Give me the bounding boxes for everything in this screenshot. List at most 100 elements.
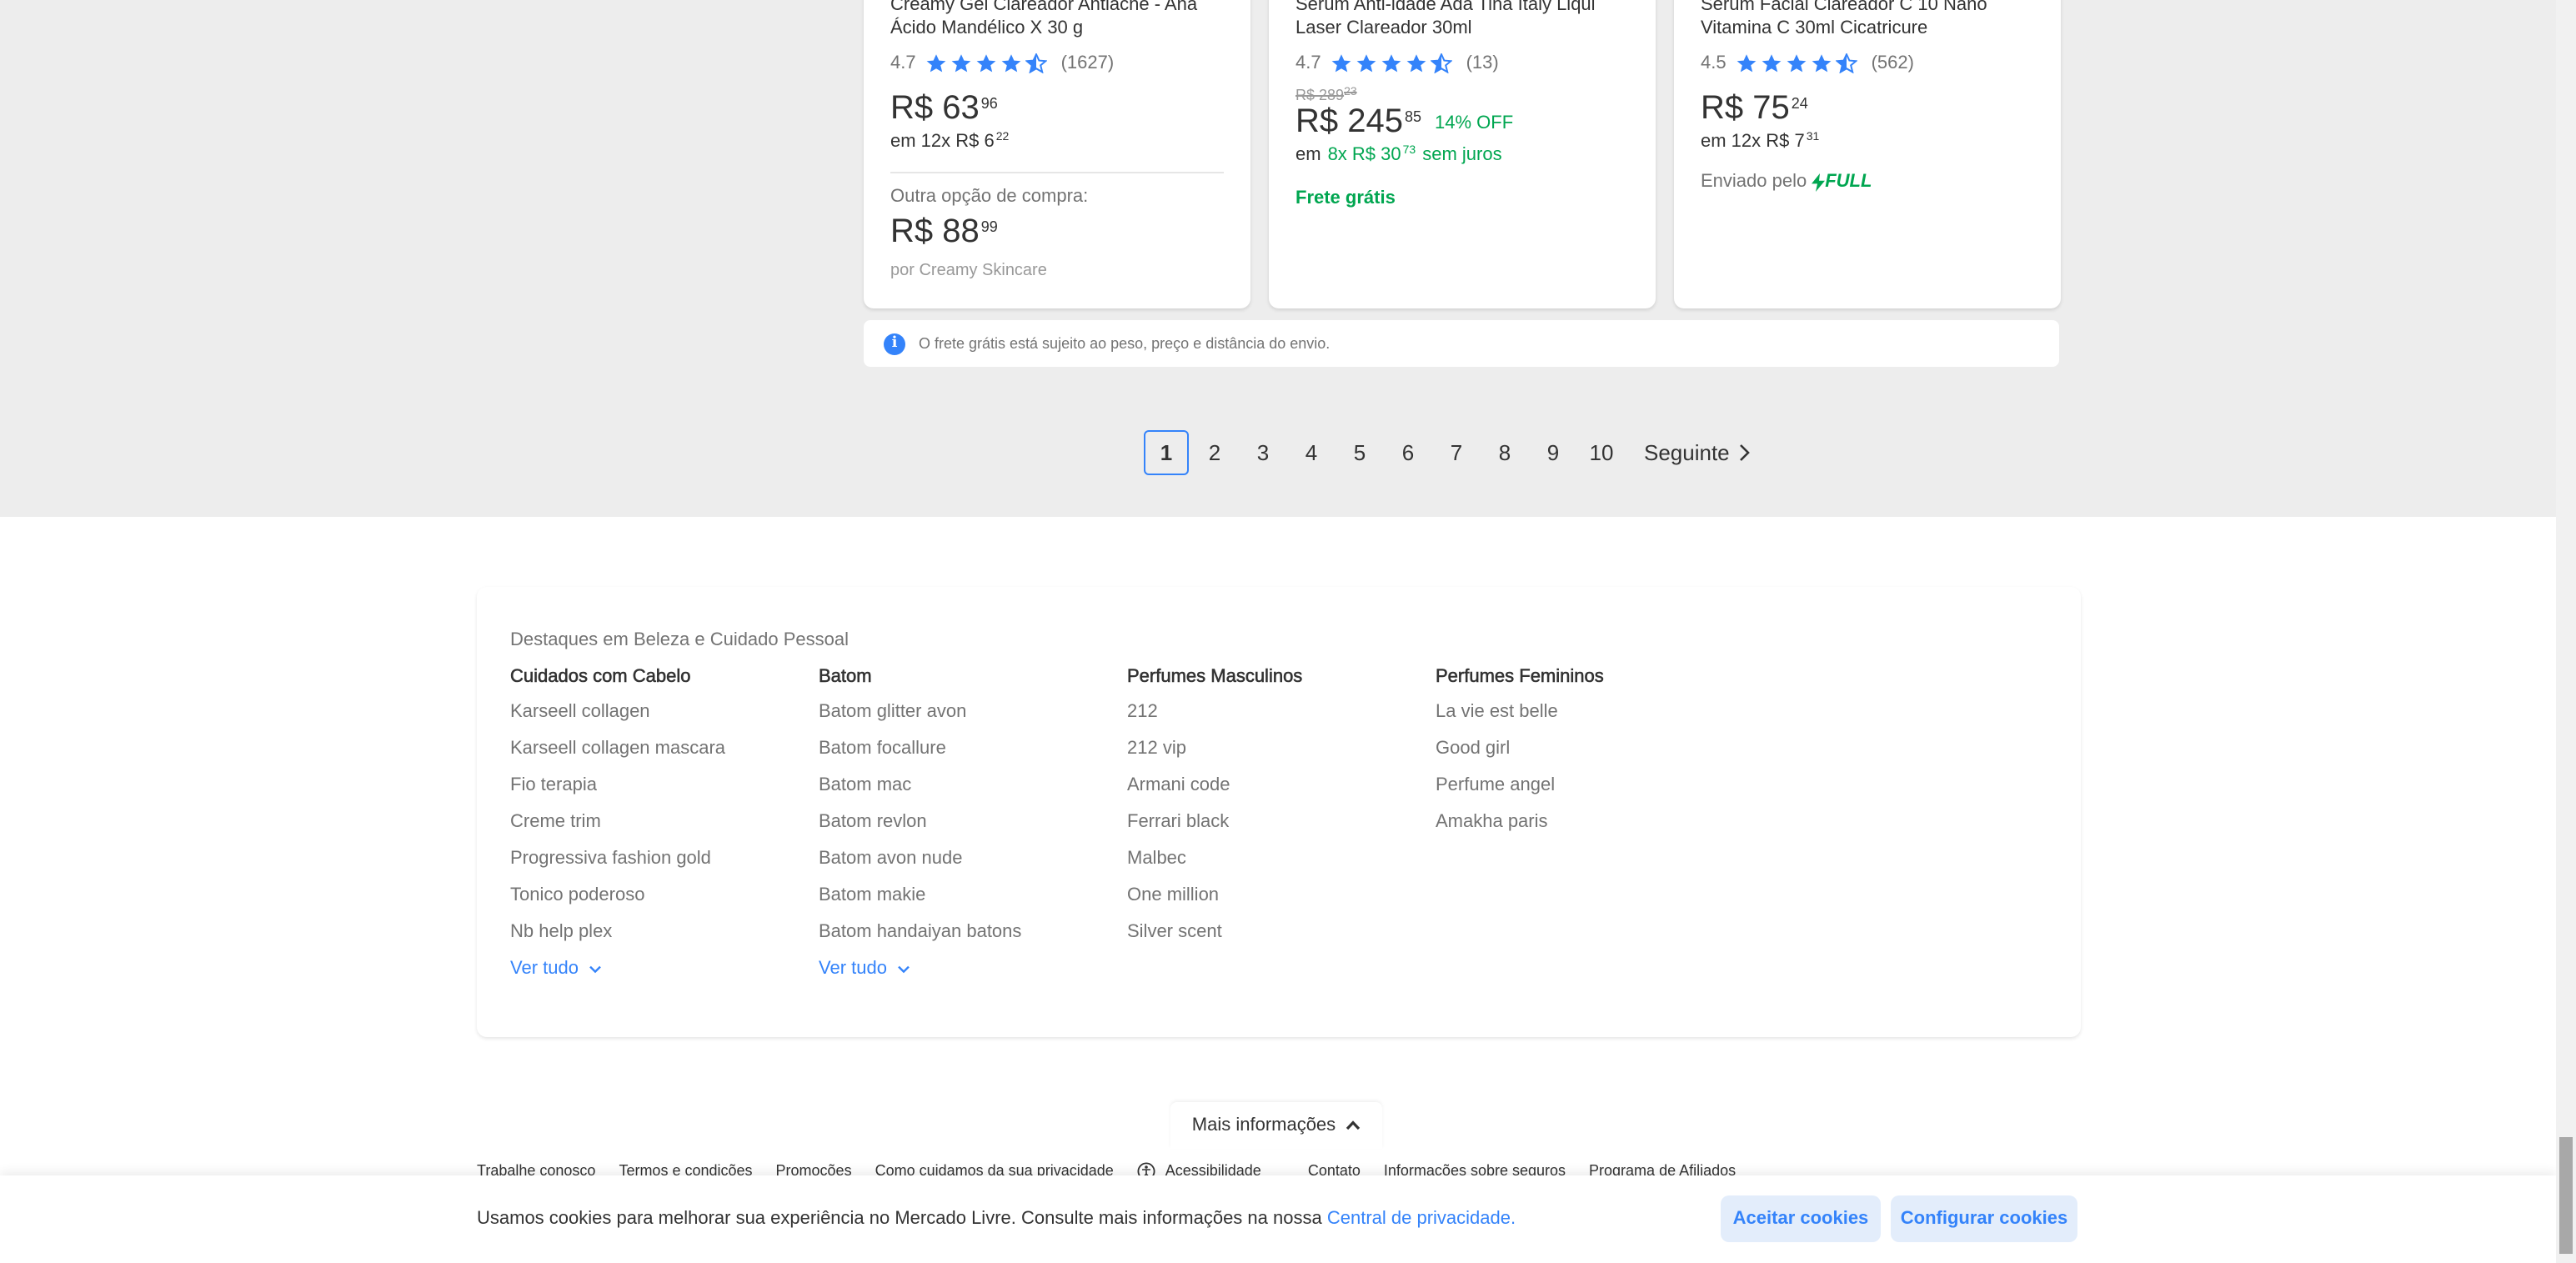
more-info-label[interactable]: Mais informações xyxy=(1192,1115,1336,1135)
product-title-line[interactable]: Vitamina C 30ml Cicatricure xyxy=(1701,17,2034,40)
highlight-link[interactable]: Batom makie xyxy=(819,877,1127,914)
highlight-link[interactable]: Batom focallure xyxy=(819,730,1127,767)
product-card[interactable]: Serum Anti-idade Ada Tina Italy Liqui La… xyxy=(1269,0,1656,308)
installment-text: em 12x R$ 7 xyxy=(1701,132,1805,152)
page-8-button[interactable]: 8 xyxy=(1482,430,1527,475)
highlight-link[interactable]: Batom avon nude xyxy=(819,840,1127,877)
highlight-link[interactable]: Progressiva fashion gold xyxy=(510,840,819,877)
page-9-button[interactable]: 9 xyxy=(1531,430,1576,475)
highlight-link[interactable]: Fio terapia xyxy=(510,767,819,804)
shipped-by-full: Enviado pelo FULL xyxy=(1701,172,2034,192)
star-full-icon xyxy=(1357,54,1376,73)
product-title-line[interactable]: Serum Anti-idade Ada Tina Italy Liqui xyxy=(1296,0,1629,17)
star-full-icon xyxy=(1002,54,1021,73)
product-title[interactable]: Serum Facial Clareador C 10 Nano Vitamin… xyxy=(1701,0,2034,40)
highlight-link[interactable]: La vie est belle xyxy=(1436,694,1744,730)
highlight-link[interactable]: Good girl xyxy=(1436,730,1744,767)
installment-text: em xyxy=(1296,145,1321,165)
installment: em 12x R$ 7 31 xyxy=(1701,132,2034,152)
privacy-center-link[interactable]: Central de privacidade. xyxy=(1327,1209,1516,1229)
column-heading[interactable]: Batom xyxy=(819,667,1127,688)
product-title-line[interactable]: Ácido Mandélico X 30 g xyxy=(890,17,1224,40)
chevron-down-icon[interactable] xyxy=(589,965,602,973)
highlight-link[interactable]: Batom revlon xyxy=(819,804,1127,840)
page-4-button[interactable]: 4 xyxy=(1289,430,1334,475)
highlight-link[interactable]: 212 vip xyxy=(1127,730,1436,767)
highlight-link[interactable]: Karseell collagen xyxy=(510,694,819,730)
see-all-label[interactable]: Ver tudo xyxy=(819,950,887,987)
installment-cents: 73 xyxy=(1402,145,1416,157)
price-integer[interactable]: R$ 88 xyxy=(890,213,980,252)
rating-row: 4.7 (13) xyxy=(1296,53,1629,73)
other-option-price[interactable]: R$ 88 99 xyxy=(890,213,1224,252)
shipped-by-text: Enviado pelo xyxy=(1701,172,1807,192)
price: R$ 245 85 14% OFF xyxy=(1296,103,1629,142)
more-info-toggle[interactable]: Mais informações xyxy=(1170,1102,1382,1149)
star-full-icon xyxy=(927,54,946,73)
page-10-button[interactable]: 10 xyxy=(1579,430,1624,475)
highlight-link[interactable]: 212 xyxy=(1127,694,1436,730)
cookie-banner: Usamos cookies para melhorar sua experiê… xyxy=(0,1175,2556,1263)
highlight-link[interactable]: Perfume angel xyxy=(1436,767,1744,804)
star-half-icon xyxy=(1836,53,1858,73)
product-title-line[interactable]: Serum Facial Clareador C 10 Nano xyxy=(1701,0,2034,17)
scrollbar[interactable] xyxy=(2556,0,2576,1263)
review-count: (562) xyxy=(1871,53,1914,73)
highlight-link[interactable]: Ferrari black xyxy=(1127,804,1436,840)
star-full-icon xyxy=(1382,54,1401,73)
pagination: 1 2 3 4 5 6 7 8 9 10 Seguinte xyxy=(1144,430,1752,475)
star-full-icon xyxy=(1812,54,1832,73)
highlight-link[interactable]: Batom mac xyxy=(819,767,1127,804)
product-title-line[interactable]: Laser Clareador 30ml xyxy=(1296,17,1629,40)
column-heading[interactable]: Perfumes Femininos xyxy=(1436,667,1744,688)
price-cents[interactable]: 99 xyxy=(981,218,998,235)
rating-row: 4.7 (1627) xyxy=(890,53,1224,73)
highlight-column: Batom Batom glitter avon Batom focallure… xyxy=(819,667,1127,987)
highlight-link[interactable]: Batom glitter avon xyxy=(819,694,1127,730)
page-6-button[interactable]: 6 xyxy=(1386,430,1431,475)
page: Creamy Gel Clareador Antiacne - Ana Ácid… xyxy=(0,0,2576,1263)
installment-text: em 12x R$ 6 xyxy=(890,132,995,152)
product-card[interactable]: Serum Facial Clareador C 10 Nano Vitamin… xyxy=(1674,0,2061,308)
page-1-button[interactable]: 1 xyxy=(1144,430,1189,475)
page-7-button[interactable]: 7 xyxy=(1434,430,1479,475)
highlight-link[interactable]: Amakha paris xyxy=(1436,804,1744,840)
chevron-down-icon[interactable] xyxy=(897,965,910,973)
product-title[interactable]: Creamy Gel Clareador Antiacne - Ana Ácid… xyxy=(890,0,1224,40)
highlight-link[interactable]: Silver scent xyxy=(1127,914,1436,950)
installment-cents: 31 xyxy=(1806,132,1820,143)
highlight-link[interactable]: Karseell collagen mascara xyxy=(510,730,819,767)
scrollbar-thumb[interactable] xyxy=(2559,1137,2573,1254)
column-heading[interactable]: Cuidados com Cabelo xyxy=(510,667,819,688)
highlight-link[interactable]: Armani code xyxy=(1127,767,1436,804)
configure-cookies-button[interactable]: Configurar cookies xyxy=(1891,1195,2077,1242)
shipping-info-bar: i O frete grátis está sujeito ao peso, p… xyxy=(864,320,2059,367)
review-count: (13) xyxy=(1466,53,1499,73)
page-5-button[interactable]: 5 xyxy=(1337,430,1382,475)
highlight-link[interactable]: One million xyxy=(1127,877,1436,914)
star-half-icon xyxy=(1025,53,1048,73)
see-all-button[interactable]: Ver tudo xyxy=(510,950,819,987)
price: R$ 75 24 xyxy=(1701,90,2034,128)
column-heading[interactable]: Perfumes Masculinos xyxy=(1127,667,1436,688)
product-card[interactable]: Creamy Gel Clareador Antiacne - Ana Ácid… xyxy=(864,0,1250,308)
see-all-label[interactable]: Ver tudo xyxy=(510,950,579,987)
highlight-link[interactable]: Creme trim xyxy=(510,804,819,840)
see-all-button[interactable]: Ver tudo xyxy=(819,950,1127,987)
next-page-button[interactable]: Seguinte xyxy=(1644,440,1752,465)
page-3-button[interactable]: 3 xyxy=(1240,430,1285,475)
product-title-line[interactable]: Creamy Gel Clareador Antiacne - Ana xyxy=(890,0,1224,17)
highlight-link[interactable]: Tonico poderoso xyxy=(510,877,819,914)
product-title[interactable]: Serum Anti-idade Ada Tina Italy Liqui La… xyxy=(1296,0,1629,40)
page-2-button[interactable]: 2 xyxy=(1192,430,1237,475)
highlight-link[interactable]: Batom handaiyan batons xyxy=(819,914,1127,950)
review-count: (1627) xyxy=(1060,53,1115,73)
chevron-right-icon[interactable] xyxy=(1740,444,1752,462)
next-page-label[interactable]: Seguinte xyxy=(1644,440,1730,465)
accept-cookies-button[interactable]: Aceitar cookies xyxy=(1721,1195,1881,1242)
chevron-up-icon[interactable] xyxy=(1346,1120,1361,1130)
highlight-link[interactable]: Malbec xyxy=(1127,840,1436,877)
discount-badge: 14% OFF xyxy=(1435,113,1514,133)
price-cents: 96 xyxy=(980,95,998,112)
highlight-link[interactable]: Nb help plex xyxy=(510,914,819,950)
